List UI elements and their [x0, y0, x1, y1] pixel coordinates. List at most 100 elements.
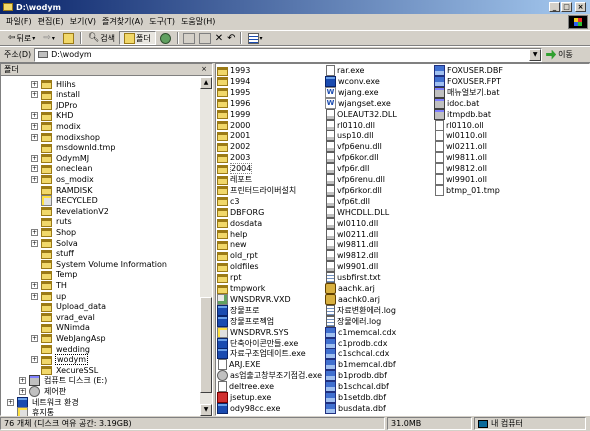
file-item[interactable]: WNSDRVR.SYS — [217, 326, 289, 338]
tree-item[interactable]: Upload_data — [31, 302, 107, 312]
close-button[interactable]: × — [575, 2, 586, 12]
search-button[interactable]: 🔍︎ 검색 — [84, 31, 119, 45]
file-item[interactable]: 1999 — [217, 109, 250, 120]
file-item[interactable]: 장물프로젝업 — [217, 315, 274, 327]
file-item[interactable]: FOXUSER.DBF — [434, 65, 503, 76]
file-item[interactable]: aachk0.arj — [325, 293, 380, 305]
file-item[interactable]: rpt — [217, 272, 242, 283]
file-item[interactable]: OLEAUT32.DLL — [325, 108, 397, 120]
tree-item[interactable]: WNimda — [31, 323, 91, 333]
file-item[interactable]: rl0110.oll — [434, 119, 484, 131]
file-item[interactable]: wl0211.oll — [434, 141, 487, 153]
tree-item[interactable]: 휴지통 — [7, 407, 55, 416]
history-button[interactable] — [156, 31, 175, 45]
expand-toggle[interactable]: + — [31, 334, 38, 342]
expand-toggle[interactable]: + — [19, 387, 26, 395]
file-item[interactable]: DBFORG — [217, 207, 264, 218]
file-item[interactable]: c1memcal.cdx — [325, 326, 396, 338]
tree-item[interactable]: msdownld.tmp — [31, 143, 116, 153]
file-item[interactable]: vfp6renu.dll — [325, 174, 385, 185]
file-item[interactable]: help — [217, 229, 247, 240]
vertical-scrollbar[interactable]: ▲ ▼ — [200, 77, 212, 416]
file-item[interactable]: b1memcal.dbf — [325, 359, 396, 371]
file-item[interactable]: 매뉴얼보기.bat — [434, 86, 499, 98]
file-item[interactable]: old_rpt — [217, 250, 258, 261]
file-item[interactable]: vfp6r.dll — [325, 163, 369, 175]
file-item[interactable]: c1schcal.cdx — [325, 348, 389, 360]
file-item[interactable]: b1prodb.dbf — [325, 370, 387, 382]
file-item[interactable]: vfp6enu.dll — [325, 141, 382, 153]
tree-item[interactable]: + OdymMJ — [31, 153, 90, 164]
undo-button[interactable]: ↶ — [225, 31, 237, 45]
file-item[interactable]: vfp6rkor.dll — [325, 184, 382, 196]
menu-view[interactable]: 보기(V) — [70, 16, 102, 27]
file-item[interactable]: wl9901.dll — [325, 261, 378, 273]
tree-item[interactable]: ruts — [31, 217, 73, 227]
file-item[interactable]: 자료변환에러.log — [325, 304, 396, 316]
file-item[interactable]: 2000 — [217, 120, 250, 131]
file-item[interactable]: btmp_01.tmp — [434, 184, 500, 196]
file-item[interactable]: 2003 — [217, 152, 250, 163]
minimize-button[interactable]: _ — [549, 2, 560, 12]
tree-item[interactable]: + Shop — [31, 227, 77, 238]
scroll-thumb[interactable] — [200, 297, 212, 393]
move-to-icon[interactable] — [182, 32, 195, 44]
expand-toggle[interactable]: + — [31, 154, 38, 162]
tree-item[interactable]: System Volume Information — [31, 259, 168, 270]
file-item[interactable]: jsetup.exe — [217, 392, 271, 403]
menu-tools[interactable]: 도구(T) — [149, 16, 181, 27]
file-item[interactable]: tmpwork — [217, 283, 265, 294]
file-item[interactable]: dosdata — [217, 218, 262, 229]
file-item[interactable]: Wwjangset.exe — [325, 97, 391, 109]
menu-file[interactable]: 파일(F) — [6, 16, 38, 27]
file-item[interactable]: 2004 — [217, 163, 253, 175]
tree-item[interactable]: JDPro — [31, 100, 78, 111]
tree-item[interactable]: + 제어판 — [19, 385, 67, 397]
file-item[interactable]: 1996 — [217, 98, 250, 109]
file-item[interactable]: usbfirst.txt — [325, 272, 381, 284]
file-item[interactable]: new — [217, 239, 247, 250]
tree-item[interactable]: + TH — [31, 280, 68, 291]
file-item[interactable]: deltree.exe — [217, 381, 274, 393]
tree-item[interactable]: + Hlihs — [31, 79, 77, 89]
menu-help[interactable]: 도움말(H) — [181, 16, 221, 27]
expand-toggle[interactable]: + — [31, 281, 38, 289]
file-item[interactable]: usp10.dll — [325, 130, 374, 142]
file-item[interactable]: 장물에러.log — [325, 315, 381, 327]
file-item[interactable]: 단축아이콘만들.exe — [217, 337, 298, 349]
file-item[interactable]: wl9812.oll — [434, 163, 487, 175]
tree-item[interactable]: stuff — [31, 249, 75, 259]
tree-item[interactable]: RAMDISK — [31, 185, 93, 195]
file-item[interactable]: 장물프로 — [217, 304, 259, 316]
expand-toggle[interactable]: + — [31, 292, 38, 300]
file-item[interactable]: wconv.exe — [325, 75, 380, 87]
tree-item[interactable]: + modix — [31, 121, 82, 132]
file-item[interactable]: FOXUSER.FPT — [434, 75, 501, 87]
folders-pane-close-button[interactable]: × — [199, 65, 209, 74]
file-item[interactable]: wl9812.dll — [325, 250, 378, 262]
file-item[interactable]: b1schcal.dbf — [325, 381, 389, 393]
file-item[interactable]: rl0110.dll — [325, 119, 375, 131]
file-item[interactable]: rar.exe — [325, 65, 364, 76]
views-button[interactable]: ▾ — [244, 31, 267, 45]
folders-button[interactable]: 폴더 — [119, 31, 156, 45]
menu-favorites[interactable]: 즐겨찾기(A) — [102, 16, 149, 27]
file-item[interactable]: ARJ.EXE — [217, 359, 261, 371]
file-item[interactable]: busdata.dbf — [325, 402, 386, 414]
tree-item[interactable]: XecureSSL — [31, 365, 99, 376]
file-item[interactable]: 프린터드라이버설치 — [217, 185, 296, 196]
file-item[interactable]: 2001 — [217, 130, 250, 141]
tree-item[interactable]: + 네트워크 환경 — [7, 396, 80, 408]
expand-toggle[interactable]: + — [31, 133, 38, 141]
file-item[interactable]: as업출고창부조기점검.exe — [217, 370, 322, 382]
tree-item[interactable]: + os_modix — [31, 174, 95, 185]
expand-toggle[interactable]: + — [31, 112, 38, 120]
forward-button[interactable]: ⇨ ▾ — [39, 31, 59, 45]
file-item[interactable]: oldfiles — [217, 261, 259, 272]
file-item[interactable]: c3 — [217, 196, 240, 207]
copy-to-icon[interactable] — [198, 32, 211, 44]
scroll-up-button[interactable]: ▲ — [200, 77, 212, 89]
file-item[interactable]: wl0211.dll — [325, 228, 378, 240]
tree-item[interactable]: + Solva — [31, 238, 79, 248]
tree-item[interactable]: vrad_eval — [31, 312, 96, 323]
